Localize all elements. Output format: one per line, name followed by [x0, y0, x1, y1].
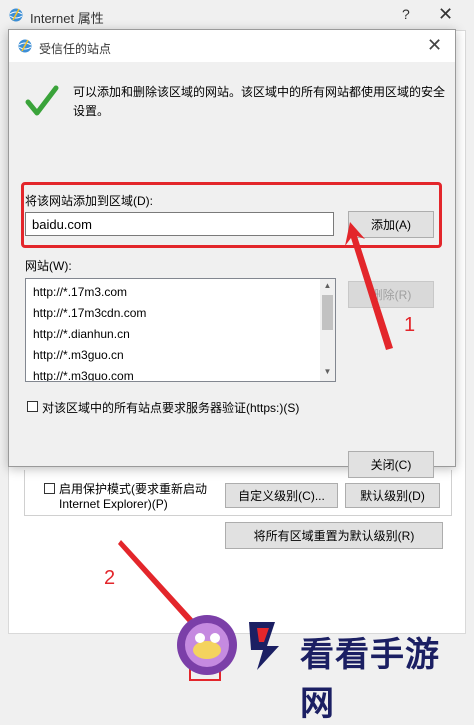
scroll-down-arrow-icon[interactable]: ▼	[320, 367, 335, 376]
dialog-description: 可以添加和删除该区域的网站。该区域中的所有网站都使用区域的安全设置。	[73, 85, 446, 118]
help-button[interactable]: ?	[402, 6, 410, 22]
close-button[interactable]: 关闭(C)	[348, 451, 434, 478]
require-https-label: 对该区域中的所有站点要求服务器验证(https:)(S)	[42, 401, 300, 415]
internet-options-icon	[18, 39, 32, 53]
background-close-button[interactable]: ✕	[438, 4, 453, 25]
list-item[interactable]: http://*.17m3.com	[33, 285, 127, 299]
remove-button[interactable]: 删除(R)	[348, 281, 434, 308]
protected-mode-label-line1: 启用保护模式(要求重新启动	[59, 482, 207, 496]
scrollbar-thumb[interactable]	[322, 295, 333, 330]
protected-mode-checkbox[interactable]	[44, 483, 55, 494]
annotation-step-2: 2	[104, 567, 116, 589]
dialog-body: 可以添加和删除该区域的网站。该区域中的所有网站都使用区域的安全设置。 将该网站添…	[9, 62, 455, 478]
dialog-titlebar: 受信任的站点 ✕	[9, 30, 455, 62]
sites-label: 网站(W):	[25, 259, 72, 273]
list-item[interactable]: http://*.dianhun.cn	[33, 327, 130, 341]
default-level-button[interactable]: 默认级别(D)	[345, 483, 440, 508]
custom-level-button[interactable]: 自定义级别(C)...	[225, 483, 338, 508]
dialog-title: 受信任的站点	[39, 42, 112, 56]
highlight-box	[21, 182, 442, 248]
list-item[interactable]: http://*.17m3cdn.com	[33, 306, 146, 320]
background-window-titlebar: Internet 属性 ? ✕	[0, 0, 474, 30]
background-window-title: Internet 属性	[30, 11, 104, 26]
watermark-badge-icon	[177, 615, 237, 675]
annotation-step-1: 1	[404, 314, 416, 336]
list-item[interactable]: http://*.m3guo.com	[33, 369, 134, 381]
trusted-sites-dialog: 受信任的站点 ✕ 可以添加和删除该区域的网站。该区域中的所有网站都使用区域的安全…	[8, 29, 456, 478]
require-https-checkbox[interactable]	[27, 401, 38, 412]
checkmark-icon	[25, 85, 59, 116]
internet-options-icon	[9, 8, 23, 22]
reset-all-zones-button[interactable]: 将所有区域重置为默认级别(R)	[225, 522, 443, 549]
protected-mode-label-line2: Internet Explorer)(P)	[59, 497, 168, 511]
scroll-up-arrow-icon[interactable]: ▲	[320, 281, 335, 290]
watermark-text: 看看手游网	[300, 635, 440, 724]
list-item[interactable]: http://*.m3guo.cn	[33, 348, 124, 362]
dialog-close-button[interactable]: ✕	[427, 35, 442, 56]
watermark-logo-icon	[249, 622, 279, 670]
sites-scrollbar[interactable]: ▲ ▼	[320, 279, 335, 381]
sites-list[interactable]: http://*.17m3.com http://*.17m3cdn.com h…	[25, 278, 336, 382]
